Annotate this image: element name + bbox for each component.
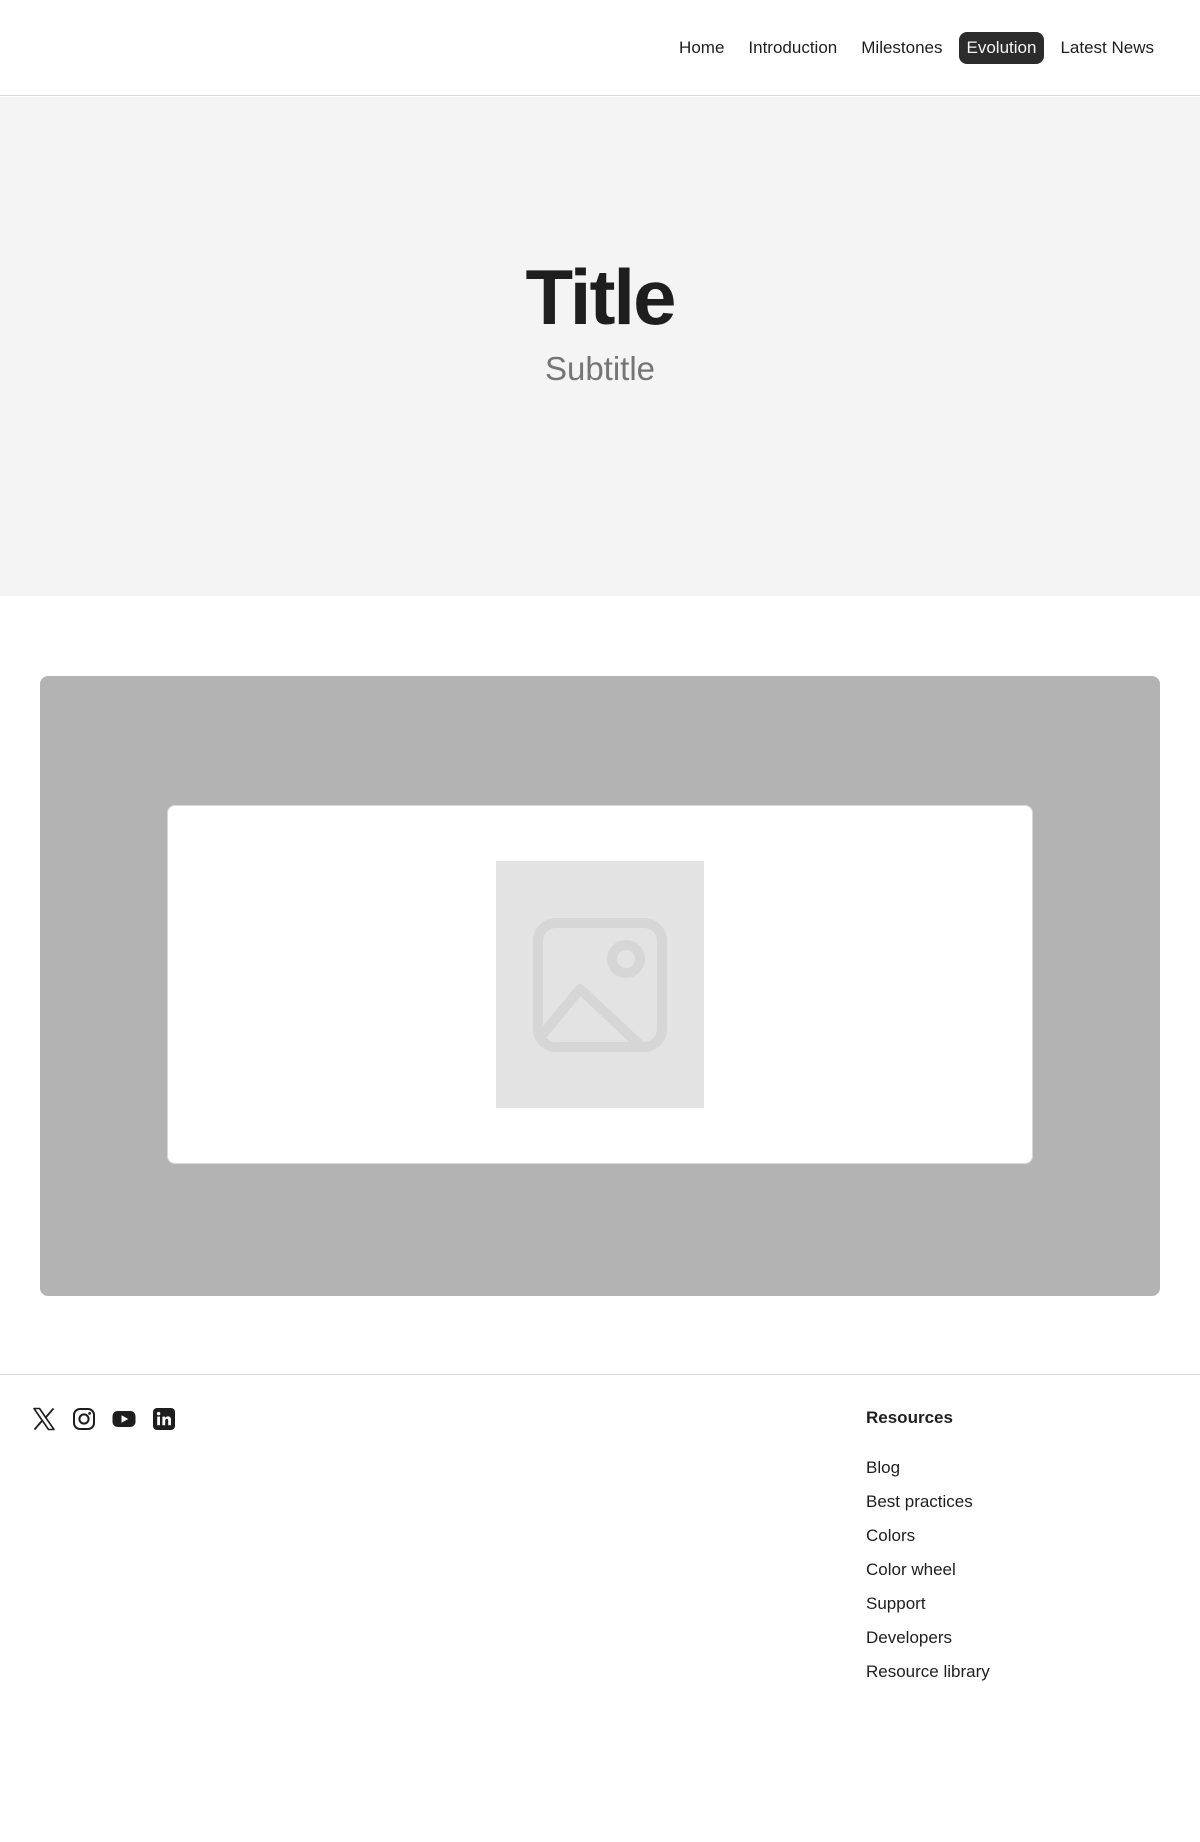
hero-section: Title Subtitle — [0, 97, 1200, 596]
youtube-icon[interactable] — [112, 1407, 136, 1431]
media-panel — [40, 676, 1160, 1296]
footer-link-best-practices[interactable]: Best practices — [866, 1491, 1126, 1513]
footer-resources: Resources Blog Best practices Colors Col… — [866, 1407, 1126, 1695]
x-icon[interactable] — [32, 1407, 56, 1431]
footer-link-colors[interactable]: Colors — [866, 1525, 1126, 1547]
footer: Resources Blog Best practices Colors Col… — [0, 1374, 1200, 1842]
footer-link-developers[interactable]: Developers — [866, 1627, 1126, 1649]
image-placeholder-icon — [533, 917, 667, 1052]
image-placeholder — [496, 861, 704, 1108]
nav-menu: Home Introduction Milestones Evolution L… — [671, 32, 1162, 64]
instagram-icon[interactable] — [72, 1407, 96, 1431]
footer-link-support[interactable]: Support — [866, 1593, 1126, 1615]
nav-item-latest-news[interactable]: Latest News — [1052, 32, 1162, 64]
nav-item-home[interactable]: Home — [671, 32, 732, 64]
nav-item-milestones[interactable]: Milestones — [853, 32, 950, 64]
footer-resources-heading: Resources — [866, 1408, 953, 1427]
nav-item-evolution[interactable]: Evolution — [958, 32, 1045, 64]
linkedin-icon[interactable] — [152, 1407, 176, 1431]
social-links — [32, 1407, 176, 1431]
footer-link-color-wheel[interactable]: Color wheel — [866, 1559, 1126, 1581]
footer-link-blog[interactable]: Blog — [866, 1457, 1126, 1479]
page-subtitle: Subtitle — [544, 350, 656, 387]
nav-item-introduction[interactable]: Introduction — [740, 32, 845, 64]
top-navigation: Home Introduction Milestones Evolution L… — [0, 0, 1200, 96]
footer-link-resource-library[interactable]: Resource library — [866, 1661, 1126, 1683]
page-title: Title — [525, 253, 677, 341]
media-card — [167, 805, 1033, 1164]
